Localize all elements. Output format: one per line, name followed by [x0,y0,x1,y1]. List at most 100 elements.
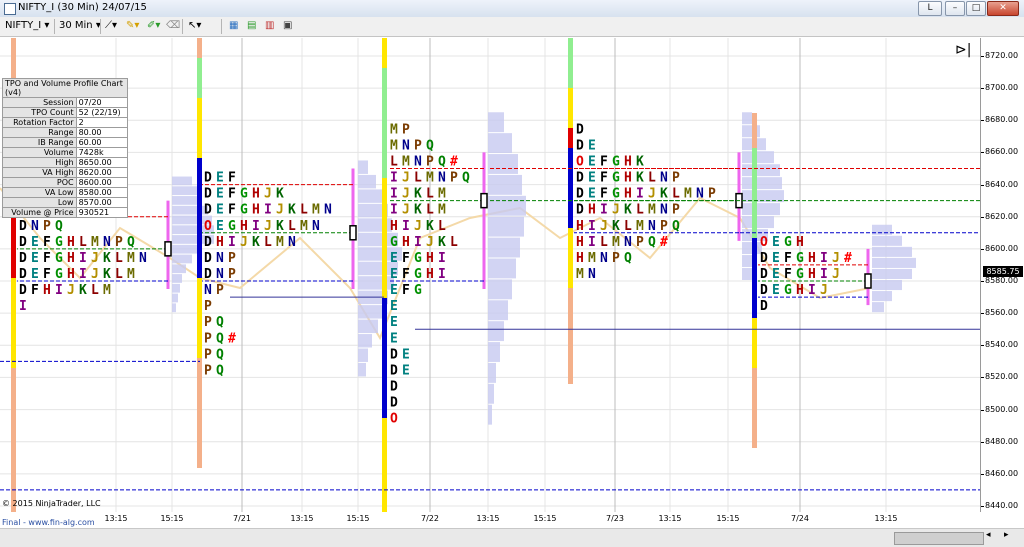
volume-bar [488,237,520,258]
app-icon [4,3,16,15]
tpo-letter: K [636,171,644,186]
tpo-letter: K [276,187,284,202]
tpo-letter: M [612,235,620,250]
tpo-letter: L [79,235,87,250]
volume-bar [742,164,780,177]
scroll-right-icon[interactable]: ▸ [1004,530,1009,540]
tpo-letter: H [796,283,804,298]
tpo-letter: P [43,219,51,234]
tpo-letter: K [426,219,434,234]
marker-icon[interactable]: ✐▾ [147,19,160,33]
stats-value: 8650.00 [75,157,129,168]
tpo-letter: D [576,203,584,218]
tpo-letter: H [576,251,584,266]
tpo-letter: N [660,203,668,218]
indicators-icon[interactable]: ▤ [247,19,256,33]
scrollbar-thumb[interactable] [894,532,984,545]
tpo-letter: L [300,203,308,218]
tpo-letter: N [600,251,608,266]
tpo-letter: I [438,267,446,282]
tpo-letter: N [324,203,332,218]
session-bar-segment [568,128,573,148]
tpo-letter: D [204,203,212,218]
session-bar-segment [197,158,202,278]
tpo-letter: K [660,187,668,202]
tpo-letter: I [390,171,398,186]
chart-scrollbar[interactable]: ◂ ▸ [0,528,1024,547]
volume-bar [358,334,372,348]
scroll-left-icon[interactable]: ◂ [986,530,991,540]
tpo-letter: N [414,154,422,169]
tpo-letter: N [288,235,296,250]
tpo-letter: E [772,283,780,298]
tpo-letter: K [276,219,284,234]
tpo-letter: M [438,187,446,202]
tpo-letter: D [204,171,212,186]
tpo-letter: D [760,299,768,314]
tpo-letter: H [402,235,410,250]
data-box-icon[interactable]: ▦ [229,19,238,33]
tpo-letter: D [19,219,27,234]
tpo-letter: G [240,187,248,202]
time-axis[interactable]: 13:15 15:15 7/21 13:15 15:15 7/22 13:15 15:15 7/… [0,512,980,528]
pencil-icon[interactable]: ✎▾ [126,19,139,33]
strategies-icon[interactable]: ▥ [265,19,274,33]
time-label: 13:15 [104,514,128,523]
tpo-letter: H [624,187,632,202]
tpo-letter: D [204,235,212,250]
tpo-letter: N [204,283,212,298]
chart-panel[interactable]: DNPONPQ#DNPQDEFGHLMNPQDEFGHIJKLMNDEFGHIJ… [0,38,980,512]
price-label: 8720.00 [985,51,1019,60]
volume-bar [488,321,504,342]
tpo-letter: I [228,235,236,250]
tpo-letter: N [216,251,224,266]
price-tick [981,409,984,411]
time-label: 15:15 [533,514,557,523]
stats-key: Volume @ Price [2,207,77,218]
tpo-letter: H [390,219,398,234]
line-tool-icon[interactable]: ⟋▾ [105,19,117,33]
tpo-letter: I [820,267,828,282]
tpo-letter: G [612,171,620,186]
tpo-letter: N [660,171,668,186]
price-label: 8580.00 [985,276,1019,285]
tpo-letter: I [79,251,87,266]
stats-key: Low [2,197,77,208]
volume-bar [358,189,384,203]
tpo-letter: G [240,203,248,218]
tpo-letter: D [760,267,768,282]
tpo-letter: M [127,251,135,266]
tpo-letter: E [588,154,596,169]
price-axis[interactable]: 8440.00 8460.00 8480.00 8500.00 8520.00 8540.… [980,38,1024,512]
minimize-icon[interactable]: – [945,1,965,16]
instrument-selector[interactable]: NIFTY_I ▾ [5,19,49,33]
tpo-letter: M [300,219,308,234]
stats-value: 2 [75,117,129,128]
tpo-letter: K [636,154,644,169]
volume-bar [488,112,504,133]
link-button[interactable]: L [918,1,942,16]
volume-bar [872,257,916,268]
tpo-letter: I [600,203,608,218]
title-bar: NIFTY_I (30 Min) 24/07/15 L – □ ✕ [0,0,1024,18]
cursor-icon[interactable]: ↖▾ [188,19,201,33]
tpo-letter: J [91,251,99,266]
volume-bar [872,302,884,313]
stats-row: IB Range 60.00 [2,137,129,148]
tpo-letter: D [204,251,212,266]
eraser-icon[interactable]: ⌫ [166,19,180,33]
tpo-letter: Q [216,347,224,362]
tpo-letter: P [450,171,458,186]
properties-icon[interactable]: ▣ [283,19,292,33]
tpo-letter: F [228,203,236,218]
tpo-letter: M [576,267,584,282]
tpo-letter: P [402,122,410,137]
maximize-icon[interactable]: □ [966,1,986,16]
tpo-letter: P [708,187,716,202]
close-icon[interactable]: ✕ [987,1,1019,16]
scroll-to-end-icon[interactable]: ⊳| [955,42,971,58]
tpo-letter: P [228,251,236,266]
tpo-letter: L [648,171,656,186]
tpo-letter: L [426,203,434,218]
interval-selector[interactable]: 30 Min ▾ [59,19,101,33]
